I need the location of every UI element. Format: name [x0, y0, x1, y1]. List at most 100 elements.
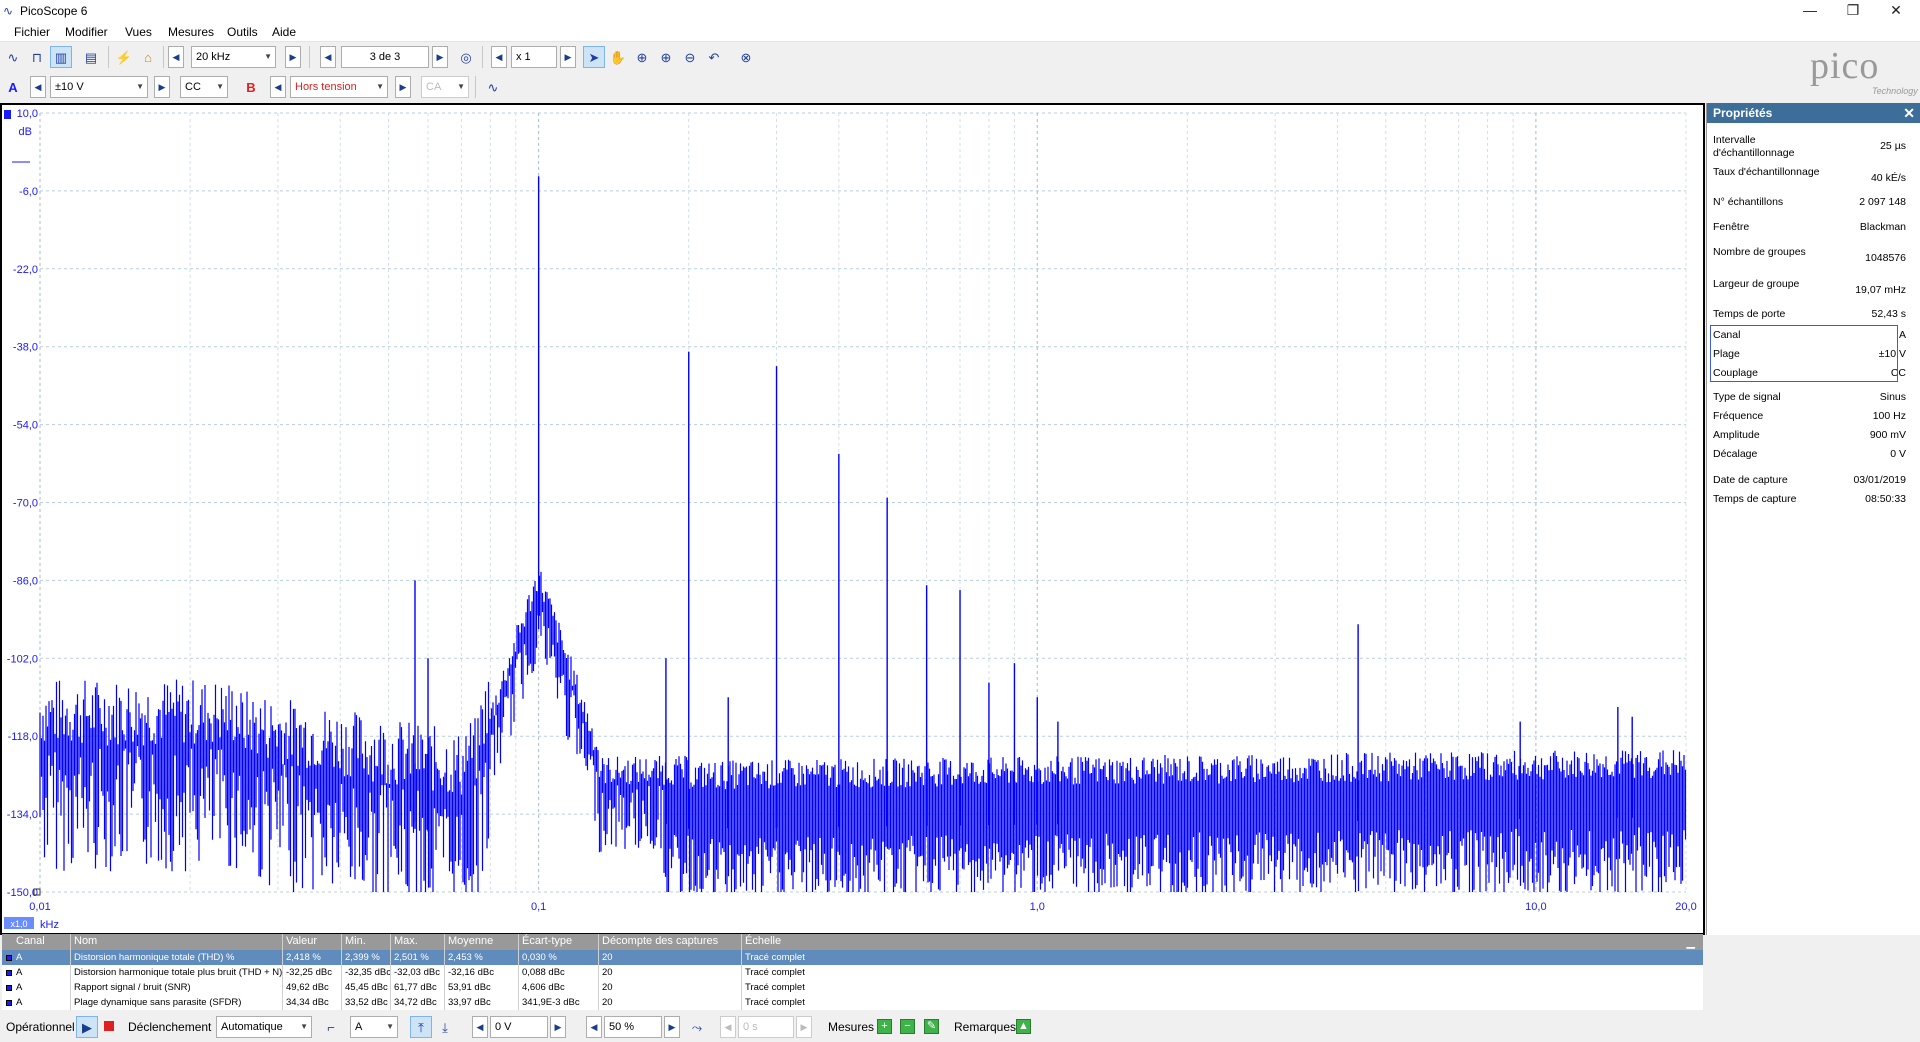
rising-trigger-icon[interactable]: ⤒ [410, 1016, 432, 1038]
spectrum-mode-icon[interactable]: ▥ [50, 46, 72, 68]
pretrigger-field[interactable]: 50 % [604, 1016, 662, 1038]
pointer-tool-icon[interactable]: ➤ [583, 46, 605, 68]
zoom-in-icon[interactable]: ⊕ [655, 46, 677, 68]
main-toolbar: ∿ ⊓ ▥ ▤ ⚡ ⌂ ◀ 20 kHz ▼ ▶ ◀ 3 de 3 ▶ ◎ ◀ x… [0, 43, 1810, 72]
trigger-delay-icon[interactable]: ⤳ [686, 1016, 708, 1038]
channel-b-button[interactable]: B [240, 76, 262, 98]
measurements-col-header[interactable]: Échelle [745, 935, 781, 947]
range-b-prev-button[interactable]: ◀ [270, 76, 286, 98]
measurements-col-header[interactable]: Min. [345, 935, 366, 947]
scope-mode-icon[interactable]: ∿ [2, 46, 24, 68]
channel-b-coupling-select[interactable]: CA ▼ [421, 76, 469, 98]
zoom-next-button[interactable]: ▶ [560, 46, 576, 68]
measurement-cell: 20 [602, 967, 613, 978]
menu-mesures[interactable]: Mesures [168, 25, 214, 39]
measurements-col-header[interactable]: Canal [16, 935, 45, 947]
timebase-select[interactable]: 20 kHz ▼ [191, 46, 276, 68]
stop-icon[interactable] [104, 1021, 114, 1031]
measurement-cell: 2,418 % [286, 952, 321, 963]
trigger-mode-select[interactable]: Automatique ▼ [216, 1016, 312, 1038]
minimize-button[interactable]: — [1787, 0, 1833, 22]
collapse-icon[interactable]: ▁ [1687, 936, 1695, 949]
window-title: PicoScope 6 [20, 4, 88, 18]
channel-b-range-select[interactable]: Hors tension ▼ [290, 76, 388, 98]
measurement-row[interactable]: A Distorsion harmonique totale plus bruit… [2, 965, 1703, 980]
notes-icon[interactable]: ▲ [1016, 1019, 1031, 1034]
measurement-cell: 45,45 dBc [345, 982, 388, 993]
menu-aide[interactable]: Aide [272, 25, 296, 39]
close-icon[interactable]: ✕ [1903, 103, 1915, 123]
restore-button[interactable]: ❐ [1830, 0, 1876, 22]
measurement-row[interactable]: A Rapport signal / bruit (SNR) 49,62 dBc 45… [2, 980, 1703, 995]
measurement-row[interactable]: A Plage dynamique sans parasite (SFDR) 34,… [2, 995, 1703, 1010]
trigger-level-next-button[interactable]: ▶ [550, 1016, 566, 1038]
delete-measurement-icon[interactable]: − [900, 1019, 915, 1034]
menu-vues[interactable]: Vues [125, 25, 152, 39]
zoom-field[interactable]: x 1 [511, 46, 557, 68]
play-icon[interactable]: ▶ [76, 1016, 98, 1038]
channel-a-coupling-select[interactable]: CC ▼ [180, 76, 228, 98]
measurements-col-header[interactable]: Valeur [286, 935, 317, 947]
measurements-col-header[interactable]: Décompte des captures [602, 935, 718, 947]
chevron-down-icon: ▼ [386, 1022, 394, 1031]
channel-a-range-select[interactable]: ±10 V ▼ [50, 76, 148, 98]
zoom-area-icon[interactable]: ⊕ [631, 46, 653, 68]
pretrigger-prev-button[interactable]: ◀ [586, 1016, 602, 1038]
trigger-source-select[interactable]: A ▼ [350, 1016, 398, 1038]
measurements-col-header[interactable]: Écart-type [522, 935, 572, 947]
prop-g2-0-value: Sinus [1879, 391, 1906, 403]
delay-next-button[interactable]: ▶ [796, 1016, 812, 1038]
prop-g2-3-label: Décalage [1713, 448, 1758, 460]
spectrum-view-icon[interactable]: ▤ [80, 46, 102, 68]
add-measurement-icon[interactable]: + [877, 1019, 892, 1034]
measurements-col-header[interactable]: Nom [74, 935, 97, 947]
measurements-label: Mesures [828, 1020, 875, 1034]
measurement-cell: 0,088 dBc [522, 967, 565, 978]
zoom-out-icon[interactable]: ⊖ [679, 46, 701, 68]
range-a-next-button[interactable]: ▶ [154, 76, 170, 98]
trigger-level-prev-button[interactable]: ◀ [472, 1016, 488, 1038]
timebase-prev-button[interactable]: ◀ [168, 46, 184, 68]
prop-g1-1-label: Taux d'échantillonnage [1713, 166, 1820, 178]
y-tick-label: 10,0 [17, 108, 38, 120]
table-column-divider [282, 934, 283, 1010]
zoom-prev-button[interactable]: ◀ [491, 46, 507, 68]
persistence-mode-icon[interactable]: ⊓ [26, 46, 48, 68]
delay-prev-button[interactable]: ◀ [720, 1016, 736, 1038]
capture-prev-button[interactable]: ◀ [320, 46, 336, 68]
home-icon[interactable]: ⌂ [137, 46, 159, 68]
timebase-next-button[interactable]: ▶ [285, 46, 301, 68]
hand-tool-icon[interactable]: ✋ [607, 46, 629, 68]
channel-a-button[interactable]: A [2, 76, 24, 98]
measurement-cell: Tracé complet [745, 967, 805, 978]
measurements-col-header[interactable]: Max. [394, 935, 418, 947]
buffer-navigator-icon[interactable]: ◎ [455, 46, 477, 68]
pretrigger-next-button[interactable]: ▶ [664, 1016, 680, 1038]
edit-measurement-icon[interactable]: ✎ [924, 1019, 939, 1034]
undo-zoom-icon[interactable]: ↶ [703, 46, 725, 68]
measurements-col-header[interactable]: Moyenne [448, 935, 493, 947]
measurement-cell: Tracé complet [745, 982, 805, 993]
menu-modifier[interactable]: Modifier [65, 25, 108, 39]
delay-field[interactable]: 0 s [738, 1016, 794, 1038]
trigger-level-field[interactable]: 0 V [490, 1016, 548, 1038]
probe-icon[interactable]: ⚡ [113, 46, 135, 68]
zoom-fit-icon[interactable]: ⊗ [735, 46, 757, 68]
properties-panel: Propriétés ✕ Intervalle d'échantillonnag… [1706, 103, 1920, 935]
prop-g1-2-value: 2 097 148 [1859, 196, 1906, 208]
falling-trigger-icon[interactable]: ⤓ [434, 1016, 456, 1038]
measurement-row[interactable]: A Distorsion harmonique totale (THD) % 2,4… [2, 950, 1703, 965]
capture-index-field[interactable]: 3 de 3 [341, 46, 429, 68]
math-channels-icon[interactable]: ∿ [482, 76, 504, 98]
chevron-down-icon: ▼ [457, 82, 465, 91]
measurement-cell: 33,97 dBc [448, 997, 491, 1008]
menu-outils[interactable]: Outils [227, 25, 258, 39]
range-b-next-button[interactable]: ▶ [395, 76, 411, 98]
range-a-prev-button[interactable]: ◀ [30, 76, 46, 98]
measurements-table: Canal Nom Valeur Min. Max. Moyenne Écart-type D… [2, 934, 1703, 1010]
spectrum-chart[interactable]: 10,0 -6,0 -22,0 -38,0 -54,0 -70,0 -86,0 -102,0 -… [2, 105, 1703, 933]
menu-fichier[interactable]: Fichier [14, 25, 50, 39]
rising-edge-icon[interactable]: ⌐ [320, 1016, 342, 1038]
capture-next-button[interactable]: ▶ [432, 46, 448, 68]
close-window-button[interactable]: ✕ [1873, 0, 1919, 22]
